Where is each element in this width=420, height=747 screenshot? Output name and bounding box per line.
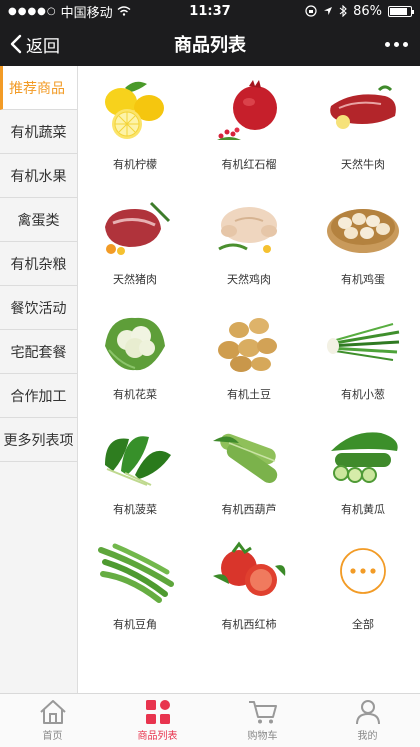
bluetooth-icon xyxy=(339,5,347,17)
sidebar-item-organic-fruits[interactable]: 有机水果 xyxy=(0,154,77,198)
sidebar-item-delivery-packages[interactable]: 宅配套餐 xyxy=(0,330,77,374)
product-item[interactable]: 有机西葫芦 xyxy=(192,411,306,526)
status-bar: ●●●●○ 中国移动 11:37 86% xyxy=(0,0,420,22)
product-item-all[interactable]: 全部 xyxy=(306,526,420,641)
status-left: ●●●●○ 中国移动 xyxy=(8,2,148,21)
product-item[interactable]: 有机花菜 xyxy=(78,296,192,411)
product-name: 有机土豆 xyxy=(227,388,271,401)
product-name: 有机西红柿 xyxy=(221,618,277,631)
tab-mine[interactable]: 我的 xyxy=(315,694,420,747)
product-name: 天然牛肉 xyxy=(341,158,385,171)
product-item[interactable]: 有机菠菜 xyxy=(78,411,192,526)
sidebar-item-organic-vegetables[interactable]: 有机蔬菜 xyxy=(0,110,77,154)
product-grid: 有机柠檬 有机红石榴 天然牛肉 天然猪肉 天然鸡肉 有机鸡蛋 有机花菜 有机土豆… xyxy=(78,66,420,641)
product-item[interactable]: 有机西红柿 xyxy=(192,526,306,641)
product-item[interactable]: 有机豆角 xyxy=(78,526,192,641)
product-name: 有机红石榴 xyxy=(221,158,277,171)
product-name: 天然鸡肉 xyxy=(227,273,271,286)
battery-fill xyxy=(390,7,408,15)
zucchini-icon xyxy=(209,421,289,491)
spinach-icon xyxy=(95,421,175,491)
status-time: 11:37 xyxy=(189,3,231,19)
home-icon xyxy=(39,700,66,724)
battery-icon xyxy=(388,5,414,17)
lemon-icon xyxy=(95,76,175,146)
tab-home[interactable]: 首页 xyxy=(0,694,105,747)
pork-icon xyxy=(95,191,175,261)
signal-icon: ●●●●○ xyxy=(8,5,57,17)
tab-cart[interactable]: 购物车 xyxy=(210,694,315,747)
status-right: 86% xyxy=(272,3,414,19)
sidebar-item-recommended[interactable]: 推荐商品 xyxy=(0,66,77,110)
tab-label: 购物车 xyxy=(247,731,278,742)
pomegranate-icon xyxy=(209,76,289,146)
sidebar-item-poultry-eggs[interactable]: 禽蛋类 xyxy=(0,198,77,242)
product-name: 有机柠檬 xyxy=(113,158,157,171)
battery-percent: 86% xyxy=(353,3,382,19)
cart-icon xyxy=(248,701,277,724)
beef-icon xyxy=(323,76,403,146)
tab-product-list[interactable]: 商品列表 xyxy=(105,694,210,747)
product-name: 有机菠菜 xyxy=(113,503,157,516)
tab-label: 我的 xyxy=(357,731,378,742)
product-name: 有机鸡蛋 xyxy=(341,273,385,286)
product-item[interactable]: 有机红石榴 xyxy=(192,66,306,181)
carrier-label: 中国移动 xyxy=(60,5,113,21)
chevron-left-icon xyxy=(10,34,22,54)
potato-icon xyxy=(209,306,289,376)
cauliflower-icon xyxy=(95,306,175,376)
more-dots-icon xyxy=(323,536,403,606)
tomato-icon xyxy=(209,536,289,606)
sidebar-item-cooperative-processing[interactable]: 合作加工 xyxy=(0,374,77,418)
tab-label: 首页 xyxy=(42,731,63,742)
chicken-icon xyxy=(209,191,289,261)
grid-icon xyxy=(145,700,170,724)
more-menu-button[interactable] xyxy=(385,22,408,66)
product-name: 有机黄瓜 xyxy=(341,503,385,516)
product-name: 全部 xyxy=(352,618,374,631)
scallion-icon xyxy=(323,306,403,376)
sidebar-item-more[interactable]: 更多列表项 xyxy=(0,418,77,462)
eggs-icon xyxy=(323,191,403,261)
back-label: 返回 xyxy=(26,36,60,57)
product-item[interactable]: 天然牛肉 xyxy=(306,66,420,181)
cucumber-icon xyxy=(323,421,403,491)
product-name: 天然猪肉 xyxy=(113,273,157,286)
bottom-tab-bar: 首页 商品列表 购物车 我的 xyxy=(0,693,420,747)
product-item[interactable]: 有机鸡蛋 xyxy=(306,181,420,296)
page-title: 商品列表 xyxy=(174,35,246,56)
product-item[interactable]: 有机小葱 xyxy=(306,296,420,411)
product-item[interactable]: 天然鸡肉 xyxy=(192,181,306,296)
back-button[interactable]: 返回 xyxy=(10,22,60,66)
rotation-lock-icon xyxy=(305,5,317,17)
product-name: 有机豆角 xyxy=(113,618,157,631)
product-name: 有机小葱 xyxy=(341,388,385,401)
product-name: 有机花菜 xyxy=(113,388,157,401)
product-item[interactable]: 有机柠檬 xyxy=(78,66,192,181)
wifi-icon xyxy=(117,6,131,16)
tab-label: 商品列表 xyxy=(137,731,178,742)
product-item[interactable]: 天然猪肉 xyxy=(78,181,192,296)
nav-bar: 返回 商品列表 xyxy=(0,22,420,66)
green-bean-icon xyxy=(95,536,175,606)
location-icon xyxy=(324,7,333,15)
product-name: 有机西葫芦 xyxy=(221,503,277,516)
product-list: 有机柠檬 有机红石榴 天然牛肉 天然猪肉 天然鸡肉 有机鸡蛋 有机花菜 有机土豆… xyxy=(78,66,420,693)
sidebar-item-organic-grains[interactable]: 有机杂粮 xyxy=(0,242,77,286)
sidebar-item-dining-events[interactable]: 餐饮活动 xyxy=(0,286,77,330)
category-sidebar: 推荐商品 有机蔬菜 有机水果 禽蛋类 有机杂粮 餐饮活动 宅配套餐 合作加工 更… xyxy=(0,66,78,693)
product-item[interactable]: 有机黄瓜 xyxy=(306,411,420,526)
product-item[interactable]: 有机土豆 xyxy=(192,296,306,411)
user-icon xyxy=(355,700,380,725)
